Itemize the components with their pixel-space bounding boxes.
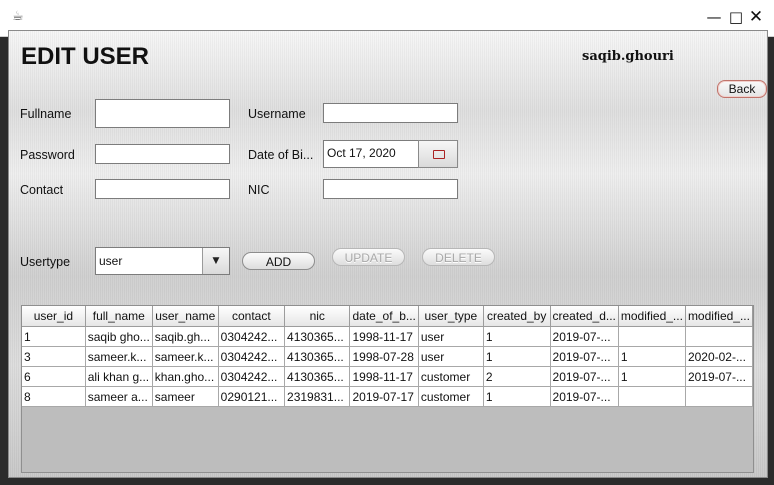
table-cell[interactable]: sameer a... <box>85 386 153 407</box>
nic-label: NIC <box>248 183 270 197</box>
coffee-cup-icon: ☕ <box>12 9 24 24</box>
table-cell[interactable]: 3 <box>22 346 86 367</box>
table-cell[interactable]: 4130365... <box>284 326 351 347</box>
usertype-select[interactable]: user ▼ <box>95 247 230 275</box>
table-cell[interactable]: sameer <box>152 386 219 407</box>
table-cell[interactable] <box>618 326 686 347</box>
table-cell[interactable]: 4130365... <box>284 366 351 387</box>
table-cell[interactable]: 2019-07-... <box>550 366 619 387</box>
table-cell[interactable]: 2 <box>483 366 551 387</box>
table-cell[interactable]: khan.gho... <box>152 366 219 387</box>
table-cell[interactable]: 0304242... <box>218 366 286 387</box>
column-header[interactable]: user_type <box>418 306 484 327</box>
table-cell[interactable]: customer <box>418 366 484 387</box>
delete-button[interactable]: DELETE <box>422 248 495 266</box>
username-field[interactable] <box>323 103 458 123</box>
column-header[interactable]: user_id <box>22 306 86 327</box>
table-cell[interactable]: 1 <box>483 386 551 407</box>
fullname-label: Fullname <box>20 107 72 121</box>
minimize-button[interactable]: — <box>704 7 724 27</box>
table-cell[interactable] <box>618 386 686 407</box>
table-cell[interactable]: 0304242... <box>218 346 286 367</box>
table-cell[interactable]: user <box>418 346 484 367</box>
table-cell[interactable]: 1998-11-17 <box>349 326 419 347</box>
column-header[interactable]: contact <box>218 306 286 327</box>
table-cell[interactable]: 2019-07-... <box>685 366 753 387</box>
column-header[interactable]: user_name <box>152 306 219 327</box>
column-header[interactable]: created_by <box>483 306 551 327</box>
table-cell[interactable]: 1 <box>22 326 86 347</box>
column-header[interactable]: modified_... <box>618 306 686 327</box>
close-button[interactable]: ✕ <box>746 7 766 27</box>
table-cell[interactable]: saqib.gh... <box>152 326 219 347</box>
calendar-icon <box>433 150 445 159</box>
table-cell[interactable]: 0290121... <box>218 386 286 407</box>
date-picker-button[interactable] <box>418 140 458 168</box>
dob-field[interactable]: Oct 17, 2020 <box>323 140 419 168</box>
nic-field[interactable] <box>323 179 458 199</box>
table-cell[interactable]: saqib gho... <box>85 326 153 347</box>
dob-label: Date of Bi... <box>248 148 314 162</box>
table-cell[interactable]: 4130365... <box>284 346 351 367</box>
table-cell[interactable]: 2019-07-... <box>550 386 619 407</box>
column-header[interactable]: created_d... <box>550 306 619 327</box>
table-cell[interactable]: customer <box>418 386 484 407</box>
add-button[interactable]: ADD <box>242 252 315 270</box>
table-cell[interactable]: 2019-07-... <box>550 326 619 347</box>
column-header[interactable]: nic <box>284 306 351 327</box>
table-row[interactable]: 1 saqib gho... saqib.gh... 0304242... 41… <box>22 326 753 347</box>
fullname-field[interactable] <box>95 99 230 128</box>
table-cell[interactable]: 1998-07-28 <box>349 346 419 367</box>
table-cell[interactable] <box>685 386 753 407</box>
column-header[interactable]: date_of_b... <box>349 306 419 327</box>
column-header[interactable]: full_name <box>85 306 153 327</box>
table-cell[interactable]: ali khan g... <box>85 366 153 387</box>
back-button[interactable]: Back <box>717 80 767 98</box>
table-cell[interactable]: user <box>418 326 484 347</box>
usertype-label: Usertype <box>20 255 71 269</box>
table-cell[interactable]: 1 <box>483 346 551 367</box>
page-title: EDIT USER <box>21 43 150 70</box>
usertype-value: user <box>99 254 123 268</box>
column-header[interactable]: modified_... <box>685 306 753 327</box>
chevron-down-icon[interactable]: ▼ <box>202 248 229 274</box>
table-cell[interactable]: 1 <box>483 326 551 347</box>
table-row[interactable]: 6 ali khan g... khan.gho... 0304242... 4… <box>22 366 753 387</box>
contact-field[interactable] <box>95 179 230 199</box>
table-cell[interactable]: 2019-07-... <box>550 346 619 367</box>
table-cell[interactable]: 2020-02-... <box>685 346 753 367</box>
table-cell[interactable] <box>685 326 753 347</box>
table-cell[interactable]: 2019-07-17 <box>349 386 419 407</box>
password-field[interactable] <box>95 144 230 164</box>
table-cell[interactable]: 1 <box>618 346 686 367</box>
edit-user-panel: EDIT USER saqib.ghouri Back Fullname Use… <box>8 30 768 478</box>
table-cell[interactable]: 1 <box>618 366 686 387</box>
users-table: user_id full_name user_name contact nic … <box>21 305 754 473</box>
table-row[interactable]: 3 sameer.k... sameer.k... 0304242... 413… <box>22 346 753 367</box>
contact-label: Contact <box>20 183 64 197</box>
table-cell[interactable]: 2319831... <box>284 386 351 407</box>
table-cell[interactable]: 8 <box>22 386 86 407</box>
table-cell[interactable]: 0304242... <box>218 326 286 347</box>
current-user-label: saqib.ghouri <box>582 49 674 64</box>
maximize-button[interactable]: □ <box>726 7 746 27</box>
username-label: Username <box>248 107 306 121</box>
update-button[interactable]: UPDATE <box>332 248 405 266</box>
table-cell[interactable]: 1998-11-17 <box>349 366 419 387</box>
table-cell[interactable]: sameer.k... <box>152 346 219 367</box>
table-row[interactable]: 8 sameer a... sameer 0290121... 2319831.… <box>22 386 753 407</box>
table-header-row: user_id full_name user_name contact nic … <box>22 306 753 327</box>
table-cell[interactable]: sameer.k... <box>85 346 153 367</box>
password-label: Password <box>20 148 75 162</box>
table-cell[interactable]: 6 <box>22 366 86 387</box>
app-window: ☕ — □ ✕ EDIT USER saqib.ghouri Back Full… <box>0 0 774 485</box>
